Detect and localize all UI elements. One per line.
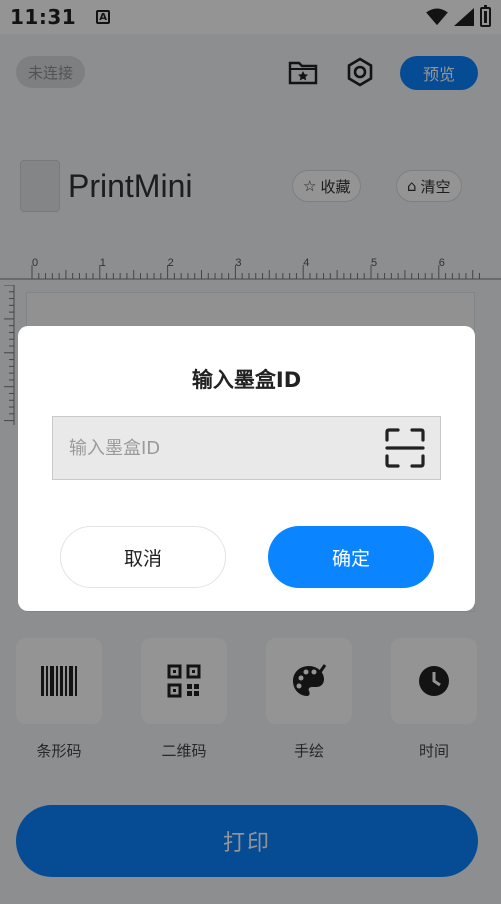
cartridge-id-dialog: 输入墨盒ID 取消 确定 [18,326,475,611]
confirm-button[interactable]: 确定 [268,526,434,588]
cancel-button[interactable]: 取消 [60,526,226,588]
cartridge-id-input[interactable] [53,417,384,479]
cartridge-id-field [52,416,441,480]
dialog-title: 输入墨盒ID [191,368,302,392]
scan-icon[interactable] [384,427,426,469]
